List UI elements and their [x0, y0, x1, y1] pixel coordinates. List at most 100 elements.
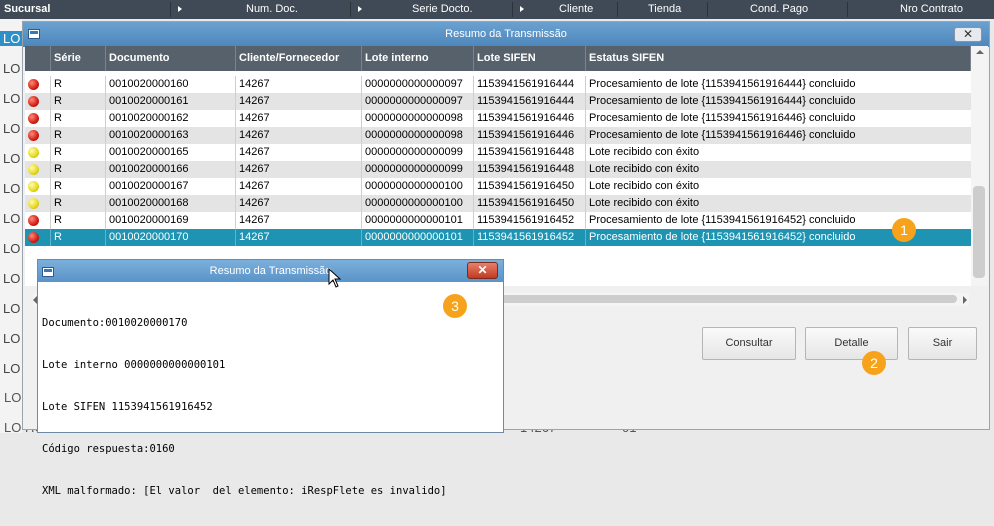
- column-header-lote-sifen[interactable]: Lote SIFEN: [474, 46, 586, 71]
- header-cliente[interactable]: Cliente: [559, 0, 593, 19]
- sair-button[interactable]: Sair: [908, 327, 977, 360]
- background-row-prefix[interactable]: LO: [3, 211, 20, 226]
- red-status-icon: [28, 232, 39, 243]
- lote-interno-cell: 0000000000000099: [362, 161, 474, 178]
- estatus-cell: Lote recibido con éxito: [589, 180, 700, 192]
- header-separator: [170, 2, 171, 17]
- status-cell: [25, 161, 51, 178]
- status-cell: [25, 110, 51, 127]
- table-row[interactable]: R 0010020000160 14267 0000000000000097 1…: [25, 76, 971, 93]
- serie-cell: R: [51, 212, 106, 229]
- documento-cell: 0010020000162: [106, 110, 236, 127]
- header-nro-contrato[interactable]: Nro Contrato: [900, 0, 963, 19]
- table-row[interactable]: R 0010020000166 14267 0000000000000099 1…: [25, 161, 971, 178]
- annotation-badge-3: 3: [443, 294, 467, 318]
- annotation-badge-2: 2: [862, 351, 886, 375]
- lote-sifen-cell: 1153941561916444: [474, 76, 586, 93]
- column-header-cliente[interactable]: Cliente/Fornecedor: [236, 46, 362, 71]
- estatus-cell: Procesamiento de lote {1153941561916446}…: [589, 129, 856, 141]
- background-row-prefix[interactable]: LO: [3, 361, 20, 376]
- estatus-cell: Lote recibido con éxito: [589, 163, 700, 175]
- detail-line-documento: Documento:0010020000170: [42, 317, 188, 329]
- consultar-button[interactable]: Consultar: [702, 327, 796, 360]
- column-header-status[interactable]: [25, 46, 51, 71]
- cliente-cell: 14267: [236, 93, 362, 110]
- lote-interno-cell: 0000000000000101: [362, 212, 474, 229]
- table-row-selected[interactable]: R 0010020000170 14267 0000000000000101 1…: [25, 229, 971, 246]
- header-num-doc[interactable]: Num. Doc.: [246, 0, 298, 19]
- column-header-lote-interno[interactable]: Lote interno: [362, 46, 474, 71]
- background-row-prefix[interactable]: LO: [3, 121, 20, 136]
- header-tienda[interactable]: Tienda: [648, 0, 681, 19]
- background-row-prefix[interactable]: LO: [3, 61, 20, 76]
- lote-sifen-cell: 1153941561916452: [474, 229, 586, 246]
- background-row-prefix[interactable]: LO: [0, 31, 22, 46]
- header-arrow-icon: [520, 6, 524, 12]
- popup-close-button[interactable]: ✕: [467, 262, 498, 279]
- table-row[interactable]: R 0010020000162 14267 0000000000000098 1…: [25, 110, 971, 127]
- mouse-cursor-icon: [328, 268, 342, 288]
- background-row-prefix[interactable]: LO: [3, 301, 20, 316]
- background-row-prefix[interactable]: LO: [3, 181, 20, 196]
- column-header-serie[interactable]: Série: [51, 46, 106, 71]
- dialog-title: Resumo da Transmissão: [23, 22, 989, 47]
- dialog-close-button[interactable]: ✕: [954, 27, 982, 42]
- documento-cell: 0010020000166: [106, 161, 236, 178]
- cliente-cell: 14267: [236, 127, 362, 144]
- column-header-estatus-sifen[interactable]: Estatus SIFEN: [586, 46, 971, 71]
- table-row[interactable]: R 0010020000167 14267 0000000000000100 1…: [25, 178, 971, 195]
- serie-cell: R: [51, 93, 106, 110]
- serie-cell: R: [51, 195, 106, 212]
- scroll-up-icon[interactable]: [976, 50, 984, 54]
- cliente-cell: 14267: [236, 212, 362, 229]
- detalle-button[interactable]: Detalle: [805, 327, 898, 360]
- scroll-right-icon[interactable]: [963, 296, 967, 304]
- lote-sifen-cell: 1153941561916444: [474, 93, 586, 110]
- annotation-badge-1: 1: [892, 218, 916, 242]
- background-row-prefix[interactable]: LO: [3, 331, 20, 346]
- lote-sifen-cell: 1153941561916446: [474, 127, 586, 144]
- red-status-icon: [28, 113, 39, 124]
- table-row[interactable]: R 0010020000161 14267 0000000000000097 1…: [25, 93, 971, 110]
- serie-cell: R: [51, 110, 106, 127]
- red-status-icon: [28, 79, 39, 90]
- documento-cell: 0010020000160: [106, 76, 236, 93]
- header-separator: [707, 2, 708, 17]
- lote-interno-cell: 0000000000000098: [362, 127, 474, 144]
- serie-cell: R: [51, 178, 106, 195]
- red-status-icon: [28, 96, 39, 107]
- header-arrow-icon: [178, 6, 182, 12]
- grid-header: Série Documento Cliente/Fornecedor Lote …: [25, 46, 971, 71]
- background-row-prefix[interactable]: LO: [3, 91, 20, 106]
- red-status-icon: [28, 215, 39, 226]
- documento-cell: 0010020000163: [106, 127, 236, 144]
- scroll-thumb[interactable]: [973, 186, 985, 278]
- documento-cell: 0010020000170: [106, 229, 236, 246]
- header-cond-pago[interactable]: Cond. Pago: [750, 0, 808, 19]
- table-row[interactable]: R 0010020000163 14267 0000000000000098 1…: [25, 127, 971, 144]
- table-row[interactable]: R 0010020000169 14267 0000000000000101 1…: [25, 212, 971, 229]
- documento-cell: 0010020000161: [106, 93, 236, 110]
- column-header-documento[interactable]: Documento: [106, 46, 236, 71]
- background-row-prefix[interactable]: LO: [3, 151, 20, 166]
- table-row[interactable]: R 0010020000168 14267 0000000000000100 1…: [25, 195, 971, 212]
- header-serie-docto[interactable]: Serie Docto.: [412, 0, 473, 19]
- vertical-scrollbar[interactable]: [971, 46, 988, 286]
- lote-interno-cell: 0000000000000101: [362, 229, 474, 246]
- status-cell: [25, 93, 51, 110]
- lote-interno-cell: 0000000000000099: [362, 144, 474, 161]
- detail-line-codigo-respuesta: Código respuesta:0160: [42, 443, 175, 455]
- estatus-cell: Procesamiento de lote {1153941561916444}…: [589, 95, 856, 107]
- header-sucursal[interactable]: Sucursal: [4, 0, 50, 19]
- background-row-prefix[interactable]: LO: [3, 241, 20, 256]
- table-row[interactable]: R 0010020000165 14267 0000000000000099 1…: [25, 144, 971, 161]
- lote-sifen-cell: 1153941561916450: [474, 178, 586, 195]
- serie-cell: R: [51, 161, 106, 178]
- documento-cell: 0010020000169: [106, 212, 236, 229]
- header-separator: [847, 2, 848, 17]
- documento-cell: 0010020000165: [106, 144, 236, 161]
- lote-interno-cell: 0000000000000098: [362, 110, 474, 127]
- status-cell: [25, 76, 51, 93]
- status-cell: [25, 144, 51, 161]
- background-row-prefix[interactable]: LO: [3, 271, 20, 286]
